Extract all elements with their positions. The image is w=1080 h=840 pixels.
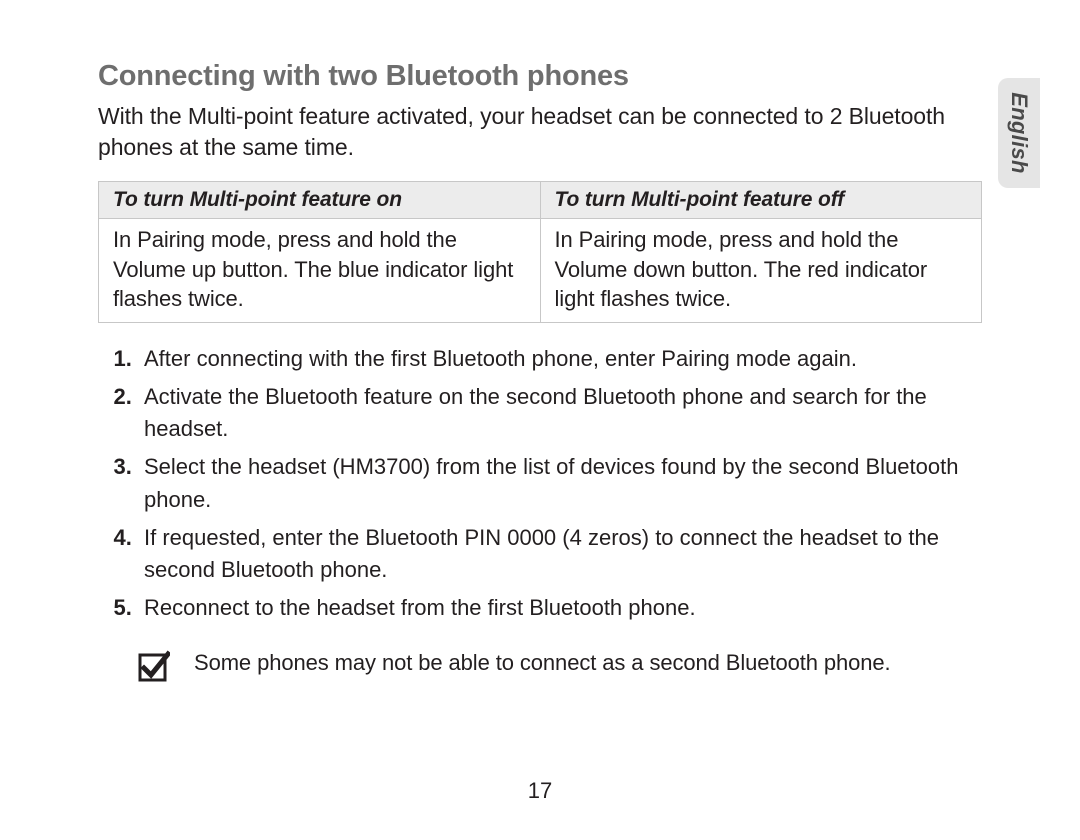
step-item: Activate the Bluetooth feature on the se…	[138, 381, 982, 445]
note-text: Some phones may not be able to connect a…	[194, 648, 891, 679]
feature-off-header: To turn Multi-point feature off	[540, 182, 982, 219]
language-tab: English	[998, 78, 1040, 188]
table-body-row: In Pairing mode, press and hold the Volu…	[99, 219, 982, 323]
section-title: Connecting with two Bluetooth phones	[98, 60, 982, 93]
steps-list: After connecting with the first Bluetoot…	[98, 343, 982, 624]
checkmark-box-icon	[138, 650, 170, 682]
step-item: Select the headset (HM3700) from the lis…	[138, 451, 982, 515]
language-label: English	[1006, 92, 1032, 174]
note-row: Some phones may not be able to connect a…	[98, 648, 982, 682]
section-intro: With the Multi-point feature activated, …	[98, 101, 982, 163]
step-item: After connecting with the first Bluetoot…	[138, 343, 982, 375]
feature-on-header: To turn Multi-point feature on	[99, 182, 541, 219]
feature-off-body: In Pairing mode, press and hold the Volu…	[540, 219, 982, 323]
manual-page: English Connecting with two Bluetooth ph…	[0, 0, 1080, 840]
feature-on-body: In Pairing mode, press and hold the Volu…	[99, 219, 541, 323]
table-header-row: To turn Multi-point feature on To turn M…	[99, 182, 982, 219]
step-item: Reconnect to the headset from the first …	[138, 592, 982, 624]
multipoint-feature-table: To turn Multi-point feature on To turn M…	[98, 181, 982, 323]
step-item: If requested, enter the Bluetooth PIN 00…	[138, 522, 982, 586]
page-number: 17	[0, 778, 1080, 804]
